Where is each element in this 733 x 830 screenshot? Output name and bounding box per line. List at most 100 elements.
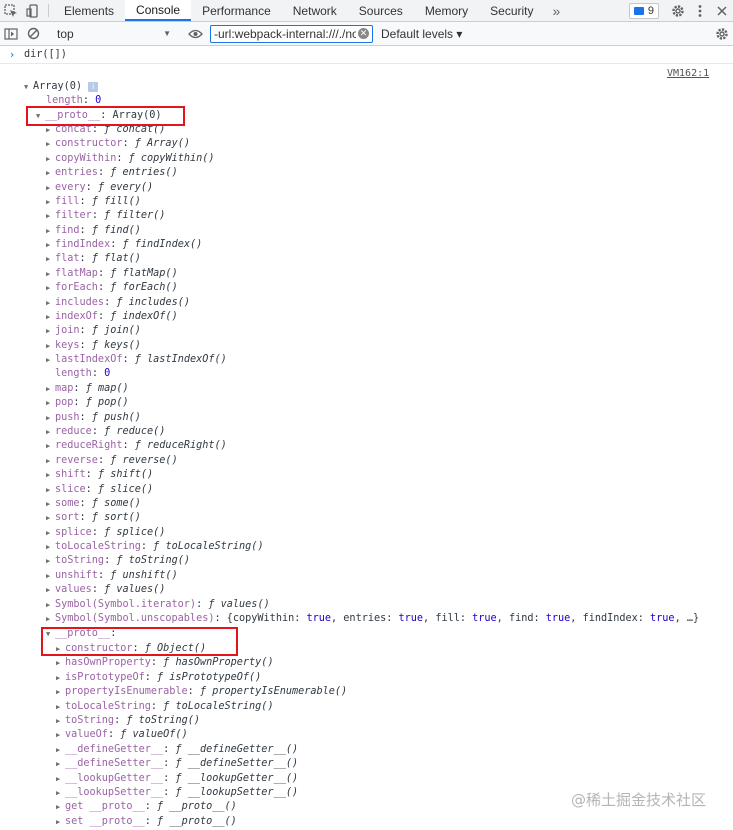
property-row[interactable]: ▶ indexOf: ƒ indexOf() — [46, 310, 178, 324]
filter-value: -url:webpack-internal:///./nod — [214, 26, 356, 41]
property-row[interactable]: ▶ splice: ƒ splice() — [46, 526, 165, 540]
tree-root[interactable]: ▼ Array(0) i — [24, 80, 99, 94]
property-row[interactable]: ▶ entries: ƒ entries() — [46, 166, 178, 180]
inspect-element-icon[interactable] — [0, 0, 22, 22]
more-options-icon[interactable] — [689, 0, 711, 22]
property-row[interactable]: ▶ hasOwnProperty: ƒ hasOwnProperty() — [56, 656, 274, 670]
more-tabs-button[interactable]: » — [545, 0, 569, 21]
collapsed-triangle-icon: ▶ — [56, 659, 61, 668]
property-value: __proto__() — [169, 801, 237, 813]
clear-console-icon[interactable] — [22, 23, 44, 45]
issues-count: 9 — [647, 4, 654, 17]
function-glyph: ƒ — [116, 296, 129, 308]
console-settings-gear-icon[interactable] — [711, 23, 733, 45]
tab-memory[interactable]: Memory — [414, 0, 479, 21]
property-row[interactable]: ▶ Symbol(Symbol.iterator): ƒ values() — [46, 598, 270, 612]
property-row[interactable]: ▶ __lookupGetter__: ƒ __lookupGetter__() — [56, 772, 298, 786]
property-row[interactable]: ▶ flatMap: ƒ flatMap() — [46, 267, 178, 281]
close-devtools-icon[interactable] — [711, 0, 733, 22]
property-row[interactable]: ▶ Symbol(Symbol.unscopables): {copyWithin… — [46, 612, 699, 626]
property-row[interactable]: ▶ filter: ƒ filter() — [46, 209, 165, 223]
tab-performance[interactable]: Performance — [191, 0, 282, 21]
log-levels-dropdown[interactable]: Default levels ▾ — [381, 27, 462, 41]
tab-elements[interactable]: Elements — [53, 0, 125, 21]
property-row[interactable]: ▶ fill: ƒ fill() — [46, 195, 141, 209]
property-row[interactable]: ▶ join: ƒ join() — [46, 324, 141, 338]
function-glyph: ƒ — [110, 569, 123, 581]
property-row[interactable]: ▶ toLocaleString: ƒ toLocaleString() — [46, 540, 264, 554]
property-row[interactable]: ▶ reverse: ƒ reverse() — [46, 454, 178, 468]
collapsed-triangle-icon: ▶ — [46, 427, 51, 436]
property-row[interactable]: ▶ valueOf: ƒ valueOf() — [56, 728, 188, 742]
property-row[interactable]: ▶ unshift: ƒ unshift() — [46, 569, 178, 583]
collapsed-triangle-icon: ▶ — [46, 183, 51, 192]
tab-sources[interactable]: Sources — [348, 0, 414, 21]
source-location-link[interactable]: VM162:1 — [667, 68, 709, 79]
property-row[interactable]: ▶ every: ƒ every() — [46, 181, 153, 195]
property-row[interactable]: ▶ push: ƒ push() — [46, 411, 141, 425]
collapsed-triangle-icon: ▶ — [46, 485, 51, 494]
property-row[interactable]: ▶ findIndex: ƒ findIndex() — [46, 238, 202, 252]
property-row[interactable]: ▶ slice: ƒ slice() — [46, 483, 153, 497]
issues-badge[interactable]: 9 — [628, 2, 659, 19]
property-row[interactable]: ▶ reduceRight: ƒ reduceRight() — [46, 439, 227, 453]
property-row[interactable]: ▶ reduce: ƒ reduce() — [46, 425, 165, 439]
property-row[interactable]: ▶ toLocaleString: ƒ toLocaleString() — [56, 700, 274, 714]
property-row[interactable]: ▶ pop: ƒ pop() — [46, 396, 129, 410]
property-row[interactable]: ▶ map: ƒ map() — [46, 382, 129, 396]
property-value: pop() — [97, 397, 129, 409]
property-value: findIndex() — [134, 239, 203, 251]
tab-console[interactable]: Console — [125, 0, 192, 21]
property-row[interactable]: ▶ forEach: ƒ forEach() — [46, 281, 178, 295]
clear-filter-icon[interactable]: ✕ — [358, 28, 369, 39]
tab-network[interactable]: Network — [282, 0, 348, 21]
live-expression-eye-icon[interactable] — [184, 23, 206, 45]
property-row[interactable]: ▶ toString: ƒ toString() — [56, 714, 200, 728]
show-sidebar-icon[interactable] — [0, 23, 22, 45]
property-value: __proto__() — [169, 815, 237, 827]
collapsed-triangle-icon: ▶ — [46, 269, 51, 278]
property-row[interactable]: ▶ flat: ƒ flat() — [46, 252, 141, 266]
property-row[interactable]: ▶ __lookupSetter__: ƒ __lookupSetter__() — [56, 786, 298, 800]
property-row[interactable]: ▶ isPrototypeOf: ƒ isPrototypeOf() — [56, 671, 261, 685]
collapsed-triangle-icon: ▶ — [56, 673, 61, 682]
filter-input[interactable]: -url:webpack-internal:///./nod ✕ — [210, 24, 373, 43]
function-glyph: ƒ — [175, 787, 188, 798]
function-glyph: ƒ — [104, 584, 117, 596]
property-row[interactable]: ▶ includes: ƒ includes() — [46, 296, 190, 310]
property-value: unshift() — [122, 569, 178, 581]
property-row[interactable]: ▶ propertyIsEnumerable: ƒ propertyIsEnume… — [56, 685, 347, 699]
function-glyph: ƒ — [97, 469, 111, 481]
function-glyph: ƒ — [104, 526, 117, 538]
property-row[interactable]: ▶ lastIndexOf: ƒ lastIndexOf() — [46, 353, 227, 367]
settings-gear-icon[interactable] — [667, 0, 689, 22]
property-row[interactable]: ▶ __defineGetter__: ƒ __defineGetter__() — [56, 743, 298, 757]
property-row[interactable]: ▶ find: ƒ find() — [46, 224, 141, 238]
property-row[interactable]: ▶ get __proto__: ƒ __proto__() — [56, 800, 237, 814]
collapsed-triangle-icon: ▶ — [56, 774, 61, 783]
message-icon — [633, 6, 644, 15]
property-row[interactable]: ▶ constructor: ƒ Array() — [46, 137, 190, 151]
collapsed-triangle-icon: ▶ — [46, 571, 51, 580]
context-selector[interactable]: top ▼ — [53, 25, 175, 43]
property-row[interactable]: ▶ set __proto__: ƒ __proto__() — [56, 815, 237, 829]
property-key: some — [55, 497, 80, 509]
collapsed-triangle-icon: ▶ — [56, 760, 61, 769]
property-key: __defineSetter__ — [65, 758, 164, 770]
property-row[interactable]: ▶ keys: ƒ keys() — [46, 339, 141, 353]
property-row[interactable]: ▶ __defineSetter__: ƒ __defineSetter__() — [56, 757, 298, 771]
property-row[interactable]: ▶ toString: ƒ toString() — [46, 554, 190, 568]
property-row[interactable]: ▶ copyWithin: ƒ copyWithin() — [46, 152, 215, 166]
property-row[interactable]: ▶ values: ƒ values() — [46, 583, 165, 597]
property-row[interactable]: ▶ shift: ƒ shift() — [46, 468, 153, 482]
tab-security[interactable]: Security — [479, 0, 544, 21]
function-glyph: ƒ — [97, 483, 111, 495]
device-toolbar-icon[interactable] — [22, 0, 44, 22]
property-row[interactable]: ▶ some: ƒ some() — [46, 497, 141, 511]
collapsed-triangle-icon: ▶ — [46, 356, 51, 365]
property-row[interactable]: ▶ sort: ƒ sort() — [46, 511, 141, 525]
function-glyph: ƒ — [163, 700, 176, 712]
property-key: Symbol(Symbol.iterator) — [55, 598, 197, 610]
property-value: __lookupSetter__() — [187, 787, 299, 798]
function-glyph: ƒ — [120, 729, 133, 741]
